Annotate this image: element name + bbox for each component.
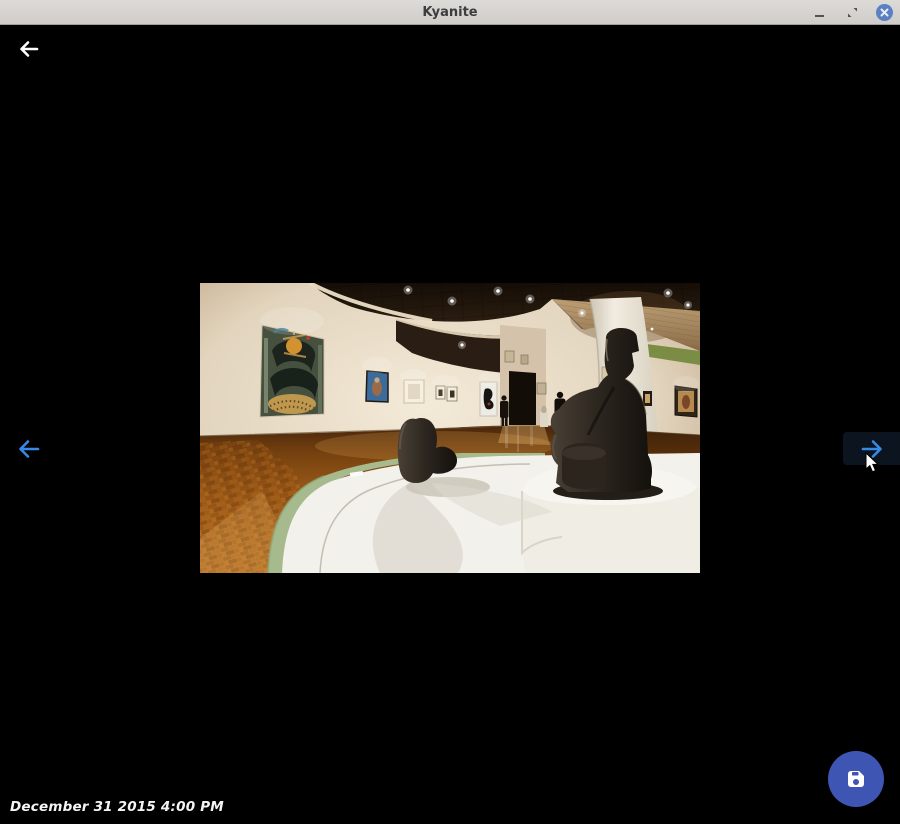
photo-timestamp: December 31 2015 4:00 PM <box>10 799 224 815</box>
save-floppy-icon <box>845 768 867 790</box>
next-arrow-icon <box>859 435 886 463</box>
next-photo-button[interactable] <box>843 432 900 465</box>
save-button[interactable] <box>828 751 884 807</box>
restore-button[interactable] <box>843 4 861 22</box>
black-white-artwork <box>480 382 497 416</box>
window-controls <box>810 0 893 25</box>
back-button[interactable] <box>16 36 42 62</box>
previous-arrow-icon <box>15 435 42 463</box>
back-arrow-icon <box>16 36 42 62</box>
blue-portrait-painting <box>366 371 388 402</box>
minimize-icon <box>815 15 824 17</box>
close-icon <box>880 8 889 17</box>
window-titlebar[interactable]: Kyanite <box>0 0 900 25</box>
photo <box>200 283 700 573</box>
close-button[interactable] <box>876 4 893 21</box>
cathedral-painting <box>260 325 324 417</box>
minimize-button[interactable] <box>810 4 828 22</box>
window-title: Kyanite <box>0 0 900 25</box>
gallery-photo-scene <box>200 283 700 573</box>
restore-icon <box>847 7 858 18</box>
display-alcove <box>404 380 424 403</box>
previous-photo-button[interactable] <box>15 435 42 463</box>
